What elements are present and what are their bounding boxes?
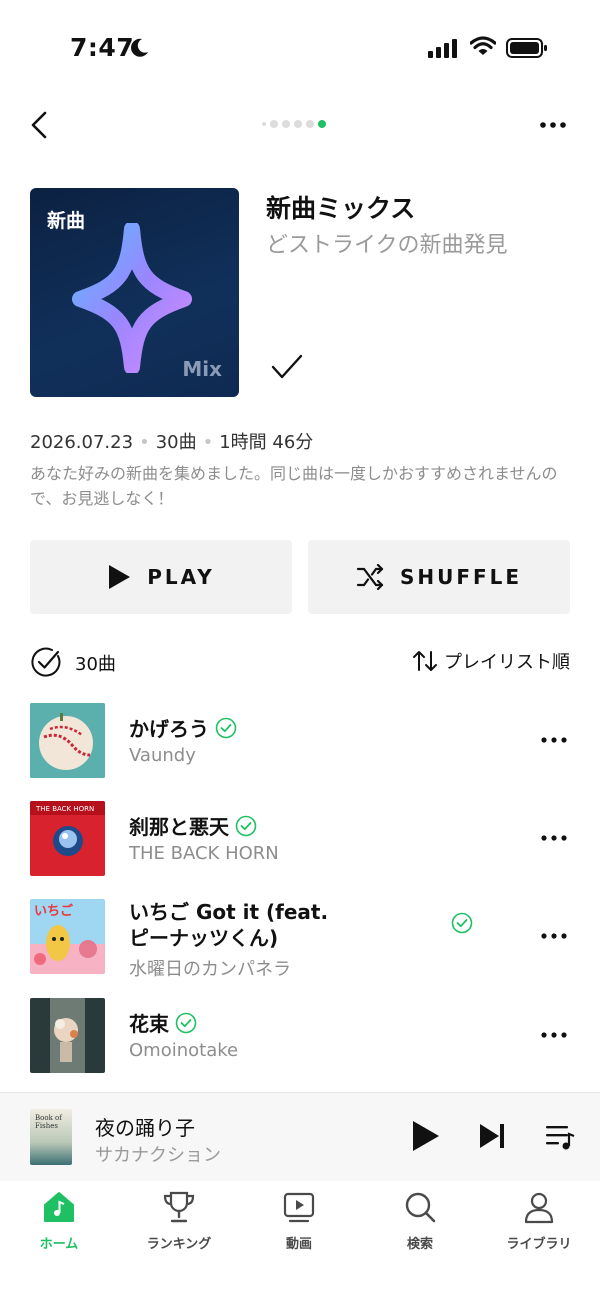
track-title-line2: ピーナッツくん) [129, 926, 279, 950]
shuffle-icon [356, 564, 384, 590]
playlist-title: 新曲ミックス [266, 194, 416, 223]
home-icon [44, 1192, 74, 1222]
sparkle-icon [72, 223, 192, 373]
play-icon[interactable] [410, 1120, 440, 1152]
page-dot [306, 120, 314, 128]
queue-icon[interactable] [544, 1122, 576, 1152]
tab-label: ホーム [39, 1237, 79, 1252]
play-button-label: PLAY [147, 565, 215, 589]
skip-next-icon[interactable] [478, 1122, 506, 1150]
verified-check-icon [175, 1012, 197, 1033]
moon-icon [131, 38, 148, 57]
verified-check-icon [235, 815, 257, 836]
play-button[interactable]: PLAY [30, 540, 292, 614]
track-artist: 水曜日のカンパネラ [129, 959, 291, 980]
list-header: 30曲 プレイリスト順 [30, 644, 570, 680]
track-more-icon[interactable] [540, 930, 568, 942]
track-artwork [30, 998, 105, 1073]
page-dot [270, 120, 278, 128]
shuffle-button[interactable]: SHUFFLE [308, 540, 570, 614]
playlist-track-count: 30曲 [155, 432, 197, 453]
signal-icon [428, 39, 457, 58]
battery-icon [506, 38, 547, 58]
track-artist: THE BACK HORN [129, 843, 279, 864]
more-options-icon[interactable] [538, 118, 568, 132]
track-title: かげろう [129, 713, 237, 742]
play-icon [109, 565, 131, 589]
shuffle-button-label: SHUFFLE [399, 565, 523, 589]
sort-label: プレイリスト順 [444, 652, 570, 673]
tab-ranking[interactable]: ランキング [129, 1187, 229, 1252]
select-all-icon[interactable] [30, 646, 62, 678]
track-row[interactable]: いちご いちご Got it (feat. ピーナッツくん) 水曜日のカンパネラ [0, 899, 600, 981]
profile-icon [524, 1192, 554, 1224]
track-title: 刹那と悪天 [129, 811, 257, 840]
page-dot-active [318, 120, 326, 128]
search-icon [405, 1192, 436, 1223]
track-title-text: 花束 [129, 1012, 169, 1036]
playlist-cover: 新曲 Mix [30, 188, 239, 397]
svg-text:いちご: いちご [34, 903, 74, 919]
playlist-date: 2026.07.23 [30, 432, 134, 453]
page-indicator [262, 120, 326, 128]
page-dot [262, 122, 266, 126]
tab-label: 検索 [406, 1237, 433, 1252]
tab-search[interactable]: 検索 [370, 1187, 470, 1252]
list-count: 30曲 [75, 654, 116, 675]
track-more-icon[interactable] [540, 1029, 568, 1041]
track-artist: Omoinotake [129, 1040, 239, 1061]
playlist-subtitle: どストライクの新曲発見 [266, 233, 508, 258]
tab-bar: ホーム ランキング 動画 検索 ライブラリ [0, 1181, 600, 1304]
now-playing-title: 夜の踊り子 [95, 1116, 195, 1140]
verified-check-icon [215, 717, 237, 738]
status-bar: 7:47 [0, 0, 600, 96]
track-title: いちご Got it (feat. ピーナッツくん) [129, 899, 469, 951]
playlist-duration: 1時間 46分 [219, 432, 314, 453]
mini-player[interactable]: Book of Fishes 夜の踊り子 サカナクション [0, 1092, 600, 1181]
track-artwork [30, 703, 105, 778]
page-dot [282, 120, 290, 128]
track-title-line1: いちご Got it (feat. [129, 900, 329, 924]
tab-label: ライブラリ [506, 1237, 572, 1252]
tab-library[interactable]: ライブラリ [489, 1187, 589, 1252]
cover-mix-label: Mix [182, 357, 222, 381]
track-more-icon[interactable] [540, 832, 568, 844]
track-row[interactable]: THE BACK HORN 刹那と悪天 THE BACK HORN [0, 801, 600, 881]
track-row[interactable]: かげろう Vaundy [0, 703, 600, 783]
wifi-icon [470, 36, 496, 55]
track-artwork: いちご [30, 899, 105, 974]
sort-icon [413, 651, 437, 671]
now-playing-artwork: Book of Fishes [30, 1109, 72, 1165]
track-row[interactable]: 花束 Omoinotake [0, 998, 600, 1078]
track-title: 花束 [129, 1008, 197, 1037]
status-time: 7:47 [70, 33, 135, 62]
trophy-icon [163, 1191, 195, 1223]
track-artwork: THE BACK HORN [30, 801, 105, 876]
track-more-icon[interactable] [540, 734, 568, 746]
svg-text:THE BACK HORN: THE BACK HORN [35, 805, 94, 813]
track-artist: Vaundy [129, 745, 196, 766]
tab-label: ランキング [146, 1237, 212, 1252]
track-title-text: かげろう [129, 717, 209, 741]
page-dot [294, 120, 302, 128]
now-playing-artist: サカナクション [95, 1145, 221, 1166]
back-icon[interactable] [24, 108, 58, 142]
now-playing-cover-text: Book of Fishes [35, 1114, 62, 1130]
playlist-meta: 2026.07.23 • 30曲 • 1時間 46分 [30, 432, 314, 453]
track-title-text: 刹那と悪天 [129, 815, 229, 839]
tab-label: 動画 [285, 1237, 312, 1252]
tab-video[interactable]: 動画 [249, 1187, 349, 1252]
save-check-icon[interactable] [270, 352, 304, 382]
tab-home[interactable]: ホーム [9, 1187, 109, 1252]
playlist-description: あなた好みの新曲を集めました。同じ曲は一度しかおすすめされませんので、お見逃しな… [30, 464, 558, 508]
video-icon [283, 1192, 315, 1223]
top-nav [0, 100, 600, 150]
sort-button[interactable]: プレイリスト順 [412, 648, 570, 674]
verified-check-icon [451, 912, 473, 934]
